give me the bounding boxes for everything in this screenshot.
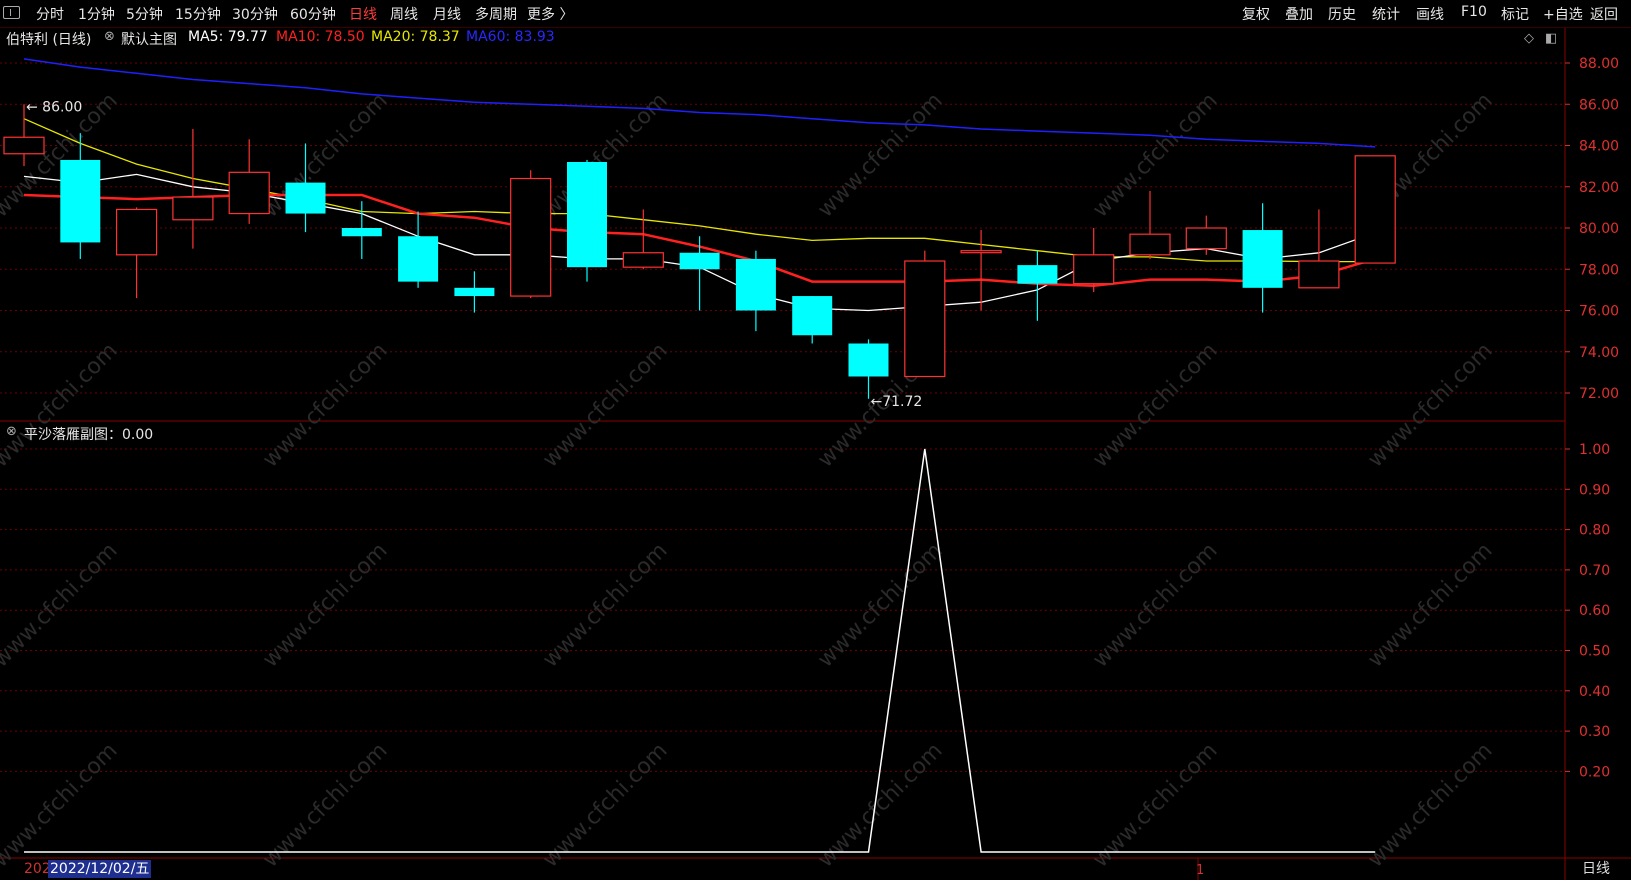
chart-canvas: 1 www.cfchi.com www.cfchi.com www.cfchi.co… xyxy=(0,28,1631,880)
candle-body-down xyxy=(567,162,607,268)
watermark-text: www.cfchi.com xyxy=(1363,738,1497,872)
price-tick-label: 78.00 xyxy=(1579,262,1619,278)
price-tick-label: 84.00 xyxy=(1579,139,1619,155)
watermark-text: www.cfchi.com xyxy=(1363,338,1497,472)
candle xyxy=(454,271,495,313)
candle-body-up xyxy=(1354,155,1396,264)
price-tick-label: 88.00 xyxy=(1579,56,1619,72)
candle-body-up xyxy=(115,208,158,256)
watermark-text: www.cfchi.com xyxy=(1363,538,1497,672)
price-tick-label: 76.00 xyxy=(1579,304,1619,320)
candle-body-down xyxy=(398,236,439,282)
candle-body-down xyxy=(454,287,495,297)
watermark-text: www.cfchi.com xyxy=(0,338,123,472)
indicator-tick-label: 0.80 xyxy=(1579,523,1610,539)
candle-body-up xyxy=(1073,254,1115,285)
candle-body-up xyxy=(172,196,214,221)
ma5-value: MA5: 79.77 xyxy=(188,29,268,45)
chart-name[interactable]: 默认主图 xyxy=(121,29,177,49)
candle xyxy=(510,170,552,299)
indicator-tick-label: 0.90 xyxy=(1579,482,1610,498)
indicator-tick-label: 1.00 xyxy=(1579,442,1610,458)
sub-menu-icon[interactable]: ⊗ xyxy=(6,424,17,439)
watermark-text: www.cfchi.com xyxy=(258,538,392,672)
watermark-text: www.cfchi.com xyxy=(538,338,672,472)
watermark-text: www.cfchi.com xyxy=(1088,538,1222,672)
candle-body-down xyxy=(1242,230,1283,288)
candle-body-down xyxy=(848,343,889,377)
candle-body-down xyxy=(285,182,326,214)
price-axis: 88.00 86.00 84.00 82.00 80.00 78.00 76.00 74.00… xyxy=(1565,56,1619,780)
watermark-text: www.cfchi.com xyxy=(1088,88,1222,222)
indicator-tick-label: 0.40 xyxy=(1579,684,1610,700)
watermark-text: www.cfchi.com xyxy=(813,538,947,672)
low-price-label: ←71.72 xyxy=(871,394,923,410)
chart-menu-icon[interactable]: ⊗ xyxy=(104,29,115,44)
indicator-tick-label: 0.30 xyxy=(1579,724,1610,740)
indicator-tick-label: 0.60 xyxy=(1579,603,1610,619)
candle xyxy=(567,159,607,282)
ma10-value: MA10: 78.50 xyxy=(276,29,365,45)
candle xyxy=(735,250,776,332)
stock-title[interactable]: 伯特利 (日线) xyxy=(6,29,91,49)
candle-body-down xyxy=(679,252,720,270)
sub-chart-title[interactable]: 平沙落雁副图：0.00 xyxy=(24,424,153,444)
watermark-text: www.cfchi.com xyxy=(1088,338,1222,472)
candle-body-down xyxy=(735,258,776,311)
date-prefix: 202 xyxy=(24,861,51,877)
panel-toggle-icon[interactable]: ◧ xyxy=(1545,31,1557,46)
candle-body-down xyxy=(60,159,101,243)
candle-body-down xyxy=(341,228,382,237)
candle xyxy=(341,201,382,259)
price-tick-label: 74.00 xyxy=(1579,345,1619,361)
candle xyxy=(1185,215,1227,255)
candle xyxy=(1242,203,1283,313)
candle xyxy=(115,207,158,299)
watermark-layer: www.cfchi.com www.cfchi.com www.cfchi.com w… xyxy=(0,88,1498,872)
candle xyxy=(398,211,439,288)
price-tick-label: 80.00 xyxy=(1579,221,1619,237)
diamond-icon[interactable]: ◇ xyxy=(1524,31,1534,46)
watermark-text: www.cfchi.com xyxy=(538,538,672,672)
candle-body-up xyxy=(1185,227,1227,250)
candle-body-up xyxy=(510,177,552,297)
watermark-text: www.cfchi.com xyxy=(258,338,392,472)
candle xyxy=(1298,209,1340,289)
candle xyxy=(1073,228,1115,292)
candle-body-down xyxy=(792,296,833,336)
indicator-tick-label: 0.20 xyxy=(1579,764,1610,780)
candle-body-up xyxy=(1129,233,1171,256)
indicator-tick-label: 0.70 xyxy=(1579,563,1610,579)
candle xyxy=(904,250,946,378)
candle-body-up xyxy=(904,260,946,378)
watermark-text: www.cfchi.com xyxy=(0,538,123,672)
candle-body-down xyxy=(1017,265,1058,284)
candle xyxy=(792,296,833,344)
ma60-value: MA60: 83.93 xyxy=(466,29,555,45)
period-label[interactable]: 日线 xyxy=(1582,860,1610,878)
price-tick-label: 82.00 xyxy=(1579,180,1619,196)
indicator-tick-label: 0.50 xyxy=(1579,644,1610,660)
candle-body-up xyxy=(622,252,664,268)
candle xyxy=(1354,155,1396,264)
candle xyxy=(960,230,1002,311)
candlesticks xyxy=(3,104,1396,399)
high-price-label: ← 86.00 xyxy=(26,99,82,115)
ma20-value: MA20: 78.37 xyxy=(371,29,460,45)
candle-body-up xyxy=(1298,260,1340,289)
candle xyxy=(228,139,270,224)
watermark-text: www.cfchi.com xyxy=(813,88,947,222)
time-marker: 1 xyxy=(1196,863,1204,878)
price-tick-label: 72.00 xyxy=(1579,386,1619,402)
candle-body-up xyxy=(228,171,270,215)
candle-body-up xyxy=(3,136,45,155)
cursor-date: 2022/12/02/五 xyxy=(48,860,152,878)
candle xyxy=(1129,190,1171,259)
candle-body-up xyxy=(960,250,1002,254)
price-tick-label: 86.00 xyxy=(1579,97,1619,113)
